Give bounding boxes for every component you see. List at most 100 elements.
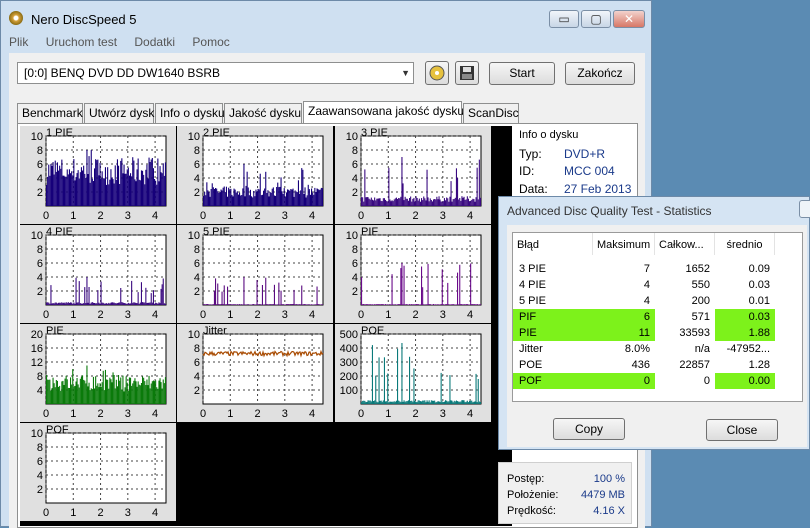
- bar: [472, 304, 473, 305]
- bar: [273, 304, 274, 305]
- bar: [389, 402, 390, 405]
- cell-avg: 0.03: [715, 277, 775, 293]
- bar: [258, 304, 259, 305]
- col-maximum[interactable]: Maksimum: [593, 233, 655, 255]
- chart-2-pie: 2 PIE10864201234: [177, 126, 333, 224]
- bar: [92, 179, 93, 206]
- bar: [128, 303, 129, 305]
- bar: [204, 304, 205, 305]
- table-row[interactable]: 4 PIE45500.03: [513, 277, 804, 293]
- bar: [255, 190, 256, 206]
- bar: [425, 200, 426, 206]
- bar: [153, 168, 154, 206]
- bar: [384, 305, 385, 306]
- menu-extras[interactable]: Dodatki: [134, 35, 175, 49]
- tab-disc-info[interactable]: Info o dysku: [155, 103, 223, 123]
- save-button[interactable]: [455, 61, 479, 85]
- bar: [479, 402, 480, 405]
- table-row[interactable]: PIE11335931.88: [513, 325, 804, 341]
- bar: [79, 281, 80, 305]
- bar: [266, 304, 267, 305]
- bar: [370, 304, 371, 305]
- bar: [91, 150, 92, 206]
- bar: [153, 290, 154, 305]
- minimize-button[interactable]: ▭: [549, 10, 579, 28]
- tab-disc-quality[interactable]: Jakość dysku: [224, 103, 302, 123]
- stop-button[interactable]: Zakończ: [565, 62, 635, 85]
- bar: [436, 305, 437, 306]
- bar: [479, 304, 480, 305]
- eject-button[interactable]: [425, 61, 449, 85]
- bar: [59, 303, 60, 305]
- bar: [428, 264, 429, 305]
- bar: [134, 378, 135, 404]
- bar: [443, 304, 444, 305]
- chart-3-pie: 3 PIE10864201234: [335, 126, 491, 224]
- bar: [122, 376, 123, 404]
- close-dialog-button[interactable]: Close: [706, 419, 778, 441]
- bar: [231, 195, 232, 206]
- bar: [453, 199, 454, 206]
- x-tick-label: 4: [309, 309, 315, 321]
- bar: [277, 304, 278, 305]
- tab-scandisc[interactable]: ScanDisc: [463, 103, 519, 123]
- table-row[interactable]: Jitter8.0%n/a-47952...: [513, 341, 804, 357]
- bar: [371, 304, 372, 305]
- tab-benchmark[interactable]: Benchmark: [17, 103, 83, 123]
- bar: [477, 402, 478, 404]
- x-tick-label: 3: [125, 507, 131, 519]
- start-button[interactable]: Start: [489, 62, 555, 85]
- cell-avg: 1.28: [715, 357, 775, 373]
- table-row[interactable]: POE436228571.28: [513, 357, 804, 373]
- col-total[interactable]: Całkow...: [655, 233, 715, 255]
- statistics-close-icon[interactable]: [799, 200, 810, 218]
- table-row[interactable]: PIF65710.03: [513, 309, 804, 325]
- bar: [163, 163, 164, 206]
- bar: [107, 380, 108, 404]
- close-button[interactable]: ✕: [613, 10, 645, 28]
- tab-advanced-disc-quality[interactable]: Zaawansowana jakość dysku: [303, 101, 462, 123]
- x-tick-label: 0: [200, 408, 206, 420]
- table-row[interactable]: 3 PIE716520.09: [513, 261, 804, 277]
- bar: [67, 169, 68, 206]
- y-tick-label: 8: [37, 244, 43, 256]
- y-tick-label: 6: [352, 159, 358, 171]
- col-error[interactable]: Błąd: [513, 233, 593, 255]
- bar: [102, 382, 103, 404]
- menu-help[interactable]: Pomoc: [192, 35, 229, 49]
- bar: [441, 373, 442, 404]
- menu-file[interactable]: Plik: [9, 35, 28, 49]
- y-tick-label: 6: [194, 258, 200, 270]
- col-average[interactable]: średnio: [715, 233, 775, 255]
- bar: [85, 303, 86, 305]
- bar: [461, 400, 462, 404]
- bar: [320, 190, 321, 206]
- menu-run-test[interactable]: Uruchom test: [46, 35, 117, 49]
- tab-create-disc[interactable]: Utwórz dysk: [84, 103, 154, 123]
- drive-select[interactable]: [0:0] BENQ DVD DD DW1640 BSRB ▼: [17, 62, 414, 84]
- cell-max: 7: [593, 261, 655, 277]
- bar: [455, 401, 456, 404]
- bar: [223, 304, 224, 305]
- bar: [165, 162, 166, 206]
- title-bar[interactable]: Nero DiscSpeed 5 ▭ ▢ ✕: [1, 1, 651, 33]
- bar: [130, 303, 131, 305]
- bar: [445, 304, 446, 305]
- bar: [134, 303, 135, 306]
- cell-avg: 0.03: [715, 309, 775, 325]
- bar: [52, 388, 53, 404]
- bar: [78, 384, 79, 404]
- bar: [252, 197, 253, 206]
- bar: [240, 196, 241, 207]
- bar: [206, 304, 207, 305]
- table-row[interactable]: 5 PIE42000.01: [513, 293, 804, 309]
- disc-date-label: Data:: [519, 182, 548, 196]
- bar: [83, 166, 84, 206]
- bar: [433, 304, 434, 305]
- bar: [410, 304, 411, 305]
- table-row[interactable]: POF000.00: [513, 373, 804, 389]
- maximize-button[interactable]: ▢: [581, 10, 611, 28]
- copy-button[interactable]: Copy: [553, 418, 625, 440]
- plot-area: [203, 334, 323, 404]
- bar: [468, 304, 469, 305]
